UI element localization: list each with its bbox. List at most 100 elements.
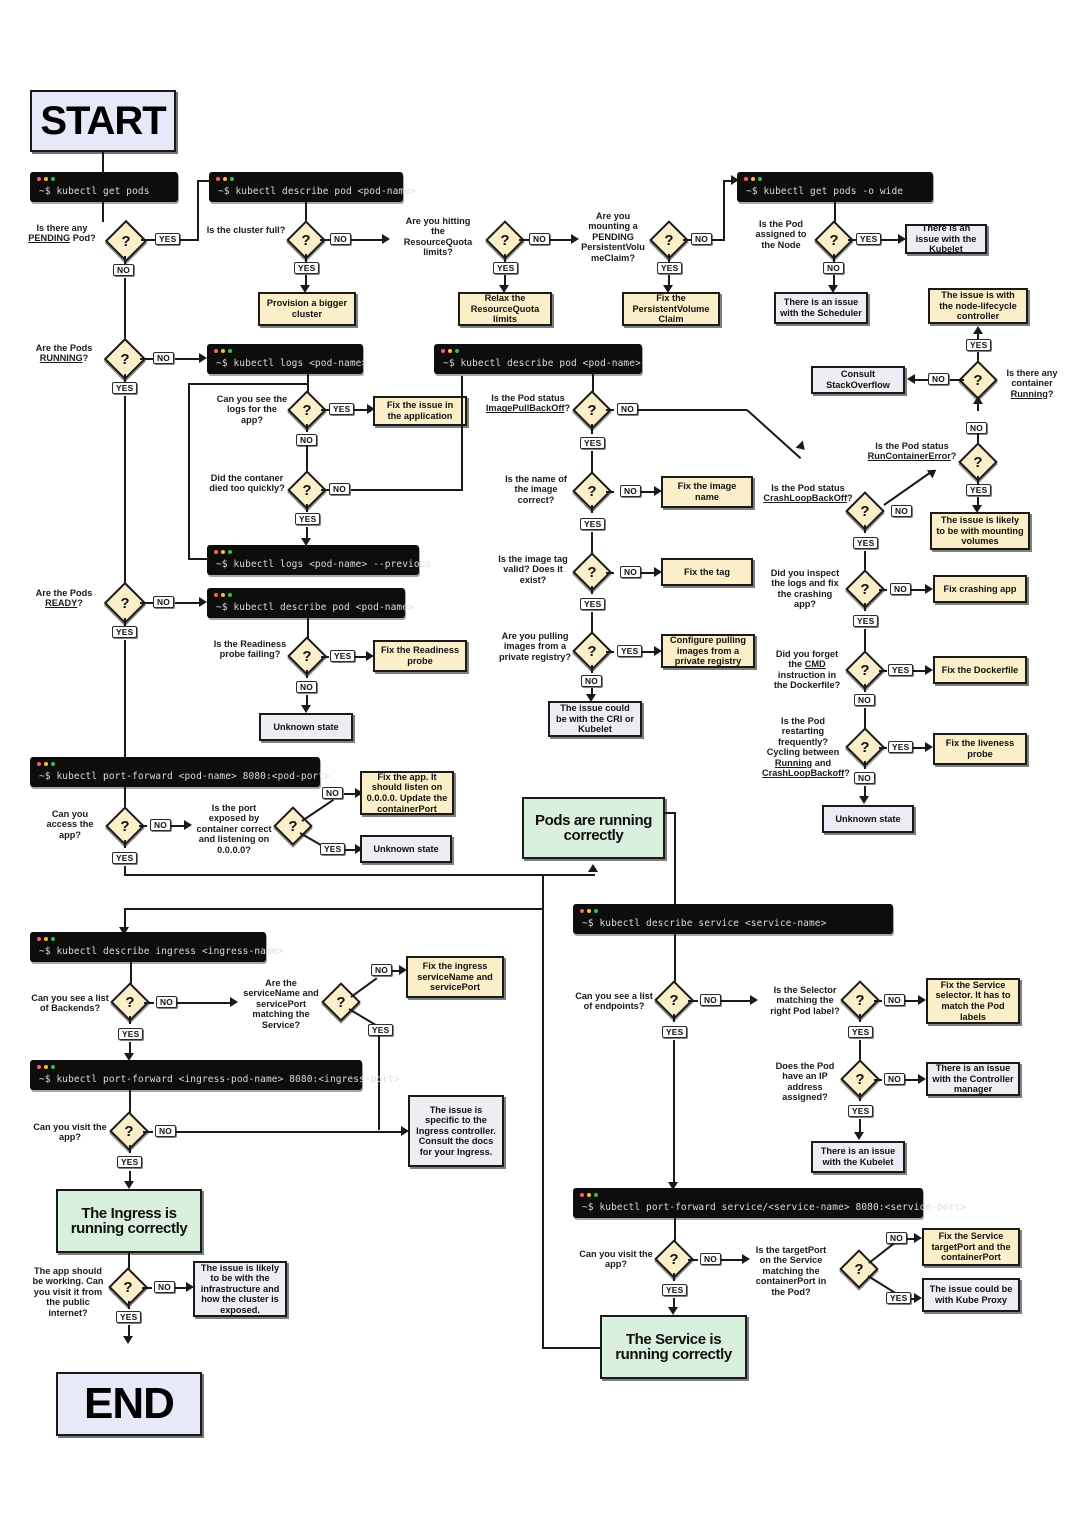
label-imagepullbackoff: Is the Pod status ImagePullBackOff?: [485, 393, 571, 414]
terminal-dots: [580, 909, 598, 913]
label-container-running: Is there any container Running?: [1006, 368, 1058, 399]
outcome-ingress-ok: The Ingress is running correctly: [56, 1189, 202, 1253]
outcome-fix-image-name: Fix the image name: [661, 476, 753, 508]
terminal-command: ~$ kubectl port-forward <pod-name> 8080:…: [39, 771, 330, 782]
end-label: END: [84, 1379, 175, 1428]
edge-yes: YES: [617, 645, 643, 658]
outcome-issue-kubelet-2: There is an issue with the Kubelet: [811, 1141, 905, 1173]
edge-yes: YES: [580, 437, 606, 450]
label-see-logs: Can you see the logs for the app?: [216, 394, 288, 425]
decision-glyph: ?: [120, 817, 130, 835]
terminal-dots: [580, 1193, 598, 1197]
edge-no: NO: [884, 1073, 905, 1086]
edge-yes: YES: [112, 626, 138, 639]
edge-yes: YES: [112, 382, 138, 395]
decision-glyph: ?: [855, 1070, 865, 1088]
label-targetport: Is the targetPort on the Service matchin…: [755, 1245, 827, 1297]
edge-yes: YES: [330, 650, 356, 663]
terminal-command: ~$ kubectl describe service <service-nam…: [582, 918, 827, 929]
label-pvc-pending: Are you mounting a PENDING PersistentVol…: [581, 211, 645, 263]
edge-no: NO: [156, 996, 177, 1009]
outcome-node-lifecycle: The issue is with the node-lifecycle con…: [928, 288, 1028, 324]
outcome-text: Configure pulling images from a private …: [669, 635, 747, 667]
terminal-logs: ~$ kubectl logs <pod-name>: [207, 344, 368, 374]
decision-glyph: ?: [855, 991, 865, 1009]
decision-port-exposed[interactable]: ?: [273, 806, 313, 846]
outcome-issue-scheduler: There is an issue with the Scheduler: [774, 292, 868, 324]
label-port-exposed: Is the port exposed by container correct…: [196, 803, 272, 855]
outcome-text: Provision a bigger cluster: [266, 298, 348, 319]
outcome-relax-quota: Relax the ResourceQuota limits: [458, 292, 552, 326]
outcome-text: Relax the ResourceQuota limits: [470, 293, 540, 325]
edge-yes: YES: [112, 852, 138, 865]
outcome-text: Fix the tag: [684, 566, 730, 577]
outcome-text: There is an issue with the Controller ma…: [932, 1063, 1014, 1095]
start-label: START: [40, 98, 166, 143]
edge-no: NO: [113, 264, 134, 277]
terminal-dots: [214, 593, 232, 597]
edge-yes: YES: [966, 339, 992, 352]
terminal-port-forward-pod: ~$ kubectl port-forward <pod-name> 8080:…: [30, 757, 330, 787]
edge-yes: YES: [657, 262, 683, 275]
outcome-text: The issue is specific to the Ingress con…: [416, 1104, 496, 1157]
outcome-text: The issue could be with the CRI or Kubel…: [555, 703, 635, 735]
decision-glyph: ?: [669, 1250, 679, 1268]
label-access-app: Can you access the app?: [46, 809, 94, 840]
label-list-backends: Can you see a list of Backends?: [31, 993, 109, 1014]
decision-servicename-port[interactable]: ?: [321, 982, 361, 1022]
outcome-fix-ingress-svc: Fix the ingress serviceName and serviceP…: [406, 956, 504, 998]
end-terminus: END: [56, 1372, 202, 1436]
terminal-command: ~$ kubectl port-forward <ingress-pod-nam…: [39, 1074, 400, 1085]
edge-no: NO: [153, 596, 174, 609]
outcome-text: Fix crashing app: [943, 583, 1017, 594]
terminal-describe-pod-3: ~$ kubectl describe pod <pod-name>: [207, 588, 414, 618]
edge-no: NO: [296, 434, 317, 447]
edge-yes: YES: [493, 262, 519, 275]
decision-glyph: ?: [587, 482, 597, 500]
outcome-fix-readiness: Fix the Readiness probe: [373, 640, 467, 672]
edge-no: NO: [691, 233, 712, 246]
decision-glyph: ?: [587, 401, 597, 419]
terminal-describe-ingress: ~$ kubectl describe ingress <ingress-nam…: [30, 932, 283, 962]
edge-yes: YES: [580, 518, 606, 531]
terminal-command: ~$ kubectl get pods: [39, 186, 150, 197]
outcome-text: Unknown state: [273, 721, 339, 732]
terminal-port-forward-ingress: ~$ kubectl port-forward <ingress-pod-nam…: [30, 1060, 400, 1090]
outcome-text: The issue is likely to be with the infra…: [200, 1262, 280, 1315]
terminal-command: ~$ kubectl describe pod <pod-name>: [443, 358, 641, 369]
decision-targetport[interactable]: ?: [839, 1249, 879, 1289]
outcome-text: There is an issue with the Kubelet: [915, 223, 977, 255]
terminal-dots: [214, 349, 232, 353]
edge-no: NO: [620, 566, 641, 579]
outcome-ingress-controller-docs: The issue is specific to the Ingress con…: [408, 1095, 504, 1167]
label-pending-pod: Is there any PENDING Pod?: [28, 223, 96, 244]
edge-no: NO: [890, 583, 911, 596]
terminal-command: ~$ kubectl logs <pod-name>: [216, 358, 368, 369]
terminal-dots: [37, 762, 55, 766]
outcome-unknown-state-port: Unknown state: [360, 835, 452, 863]
label-runcontainererror: Is the Pod status RunContainerError?: [867, 441, 957, 462]
outcome-fix-app-listen: Fix the app. It should listen on 0.0.0.0…: [360, 771, 454, 815]
label-pods-running: Are the Pods RUNNING?: [35, 343, 93, 364]
outcome-text: Pods are running correctly: [535, 811, 652, 844]
edge-yes: YES: [853, 537, 879, 550]
outcome-text: Unknown state: [835, 813, 901, 824]
outcome-infrastructure: The issue is likely to be with the infra…: [193, 1261, 287, 1317]
terminal-dots: [37, 937, 55, 941]
label-selector-match: Is the Selector matching the right Pod l…: [770, 985, 840, 1016]
edge-yes: YES: [888, 741, 914, 754]
edge-no: NO: [700, 994, 721, 1007]
edge-no: NO: [154, 1281, 175, 1294]
outcome-fix-pvc: Fix the PersistentVolume Claim: [622, 292, 720, 326]
decision-glyph: ?: [860, 580, 870, 598]
decision-glyph: ?: [860, 661, 870, 679]
decision-container-running[interactable]: ?: [958, 360, 998, 400]
edge-yes: YES: [966, 484, 992, 497]
edge-yes: YES: [117, 1156, 143, 1169]
outcome-kube-proxy: The issue could be with Kube Proxy: [922, 1278, 1020, 1312]
terminal-command: ~$ kubectl port-forward service/<service…: [582, 1202, 967, 1213]
decision-glyph: ?: [301, 231, 311, 249]
edge-yes: YES: [853, 615, 879, 628]
outcome-mounting-volumes: The issue is likely to be with mounting …: [930, 512, 1030, 550]
edge-yes: YES: [368, 1024, 394, 1037]
